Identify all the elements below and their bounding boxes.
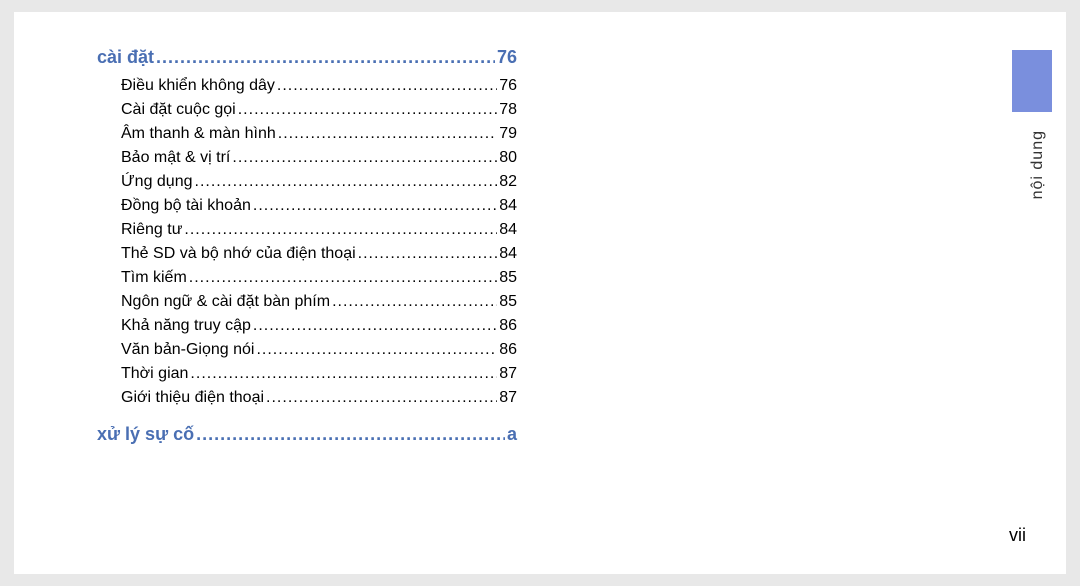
toc-item-page: 86 — [499, 338, 517, 362]
toc-item-page: 84 — [499, 218, 517, 242]
toc-item: Âm thanh & màn hình ....................… — [97, 122, 517, 146]
toc-leader: ........................................… — [253, 314, 497, 338]
toc-item-title: Thẻ SD và bộ nhớ của điện thoại — [121, 242, 356, 266]
toc-leader: ........................................… — [256, 338, 497, 362]
toc-item-title: Riêng tư — [121, 218, 182, 242]
toc-item: Thời gian ..............................… — [97, 362, 517, 386]
toc-item-title: Giới thiệu điện thoại — [121, 386, 264, 410]
side-tab-marker — [1012, 50, 1052, 112]
toc-item-title: Khả năng truy cập — [121, 314, 251, 338]
toc-item: Điều khiển không dây ...................… — [97, 74, 517, 98]
toc-leader: ........................................… — [196, 424, 505, 445]
toc-item-page: 85 — [499, 290, 517, 314]
page-number: vii — [1009, 525, 1026, 546]
toc-item-page: 86 — [499, 314, 517, 338]
toc-item-title: Ngôn ngữ & cài đặt bàn phím — [121, 290, 330, 314]
toc-section-header: cài đặt ................................… — [97, 47, 517, 68]
toc-leader: ........................................… — [278, 122, 497, 146]
toc-leader: ........................................… — [184, 218, 497, 242]
toc-item-title: Điều khiển không dây — [121, 74, 275, 98]
toc-leader: ........................................… — [232, 146, 497, 170]
toc-item: Thẻ SD và bộ nhớ của điện thoại ........… — [97, 242, 517, 266]
toc-item-page: 79 — [499, 122, 517, 146]
toc-item: Bảo mật & vị trí .......................… — [97, 146, 517, 170]
toc-item: Cài đặt cuộc gọi .......................… — [97, 98, 517, 122]
toc-section-title: xử lý sự cố — [97, 424, 194, 445]
toc-leader: ........................................… — [189, 266, 497, 290]
toc-leader: ........................................… — [277, 74, 497, 98]
toc-item-page: 85 — [499, 266, 517, 290]
toc-item-title: Đồng bộ tài khoản — [121, 194, 251, 218]
toc-item-title: Âm thanh & màn hình — [121, 122, 276, 146]
section-gap — [97, 410, 517, 424]
toc-item: Riêng tư ...............................… — [97, 218, 517, 242]
toc-leader: ........................................… — [195, 170, 498, 194]
toc-item-page: 87 — [499, 362, 517, 386]
toc-item-page: 84 — [499, 242, 517, 266]
toc-item: Ngôn ngữ & cài đặt bàn phím ............… — [97, 290, 517, 314]
toc-item: Ứng dụng ...............................… — [97, 170, 517, 194]
toc-item-title: Bảo mật & vị trí — [121, 146, 230, 170]
toc-item: Khả năng truy cập ......................… — [97, 314, 517, 338]
toc-item-title: Thời gian — [121, 362, 188, 386]
toc-leader: ........................................… — [190, 362, 497, 386]
toc-item-page: 82 — [499, 170, 517, 194]
toc-item-title: Ứng dụng — [121, 170, 193, 194]
toc-leader: ........................................… — [358, 242, 498, 266]
side-section-label: nội dung — [1029, 130, 1047, 199]
toc-item: Tìm kiếm ...............................… — [97, 266, 517, 290]
toc-leader: ........................................… — [253, 194, 497, 218]
toc-content: cài đặt ................................… — [97, 47, 517, 451]
toc-section-page: 76 — [497, 47, 517, 68]
toc-section-header: xử lý sự cố ............................… — [97, 424, 517, 445]
toc-item: Đồng bộ tài khoản ......................… — [97, 194, 517, 218]
toc-item-title: Văn bản-Giọng nói — [121, 338, 254, 362]
toc-leader: ........................................… — [238, 98, 497, 122]
document-page: cài đặt ................................… — [14, 12, 1066, 574]
toc-item-page: 84 — [499, 194, 517, 218]
toc-item-title: Cài đặt cuộc gọi — [121, 98, 236, 122]
toc-item-page: 87 — [499, 386, 517, 410]
toc-section-title: cài đặt — [97, 47, 154, 68]
toc-item-title: Tìm kiếm — [121, 266, 187, 290]
toc-leader: ........................................… — [332, 290, 497, 314]
toc-item: Văn bản-Giọng nói ......................… — [97, 338, 517, 362]
toc-section-page: a — [507, 424, 517, 445]
toc-leader: ........................................… — [156, 47, 495, 68]
toc-item-page: 80 — [499, 146, 517, 170]
toc-item: Giới thiệu điện thoại ..................… — [97, 386, 517, 410]
toc-item-page: 76 — [499, 74, 517, 98]
toc-item-page: 78 — [499, 98, 517, 122]
toc-leader: ........................................… — [266, 386, 497, 410]
